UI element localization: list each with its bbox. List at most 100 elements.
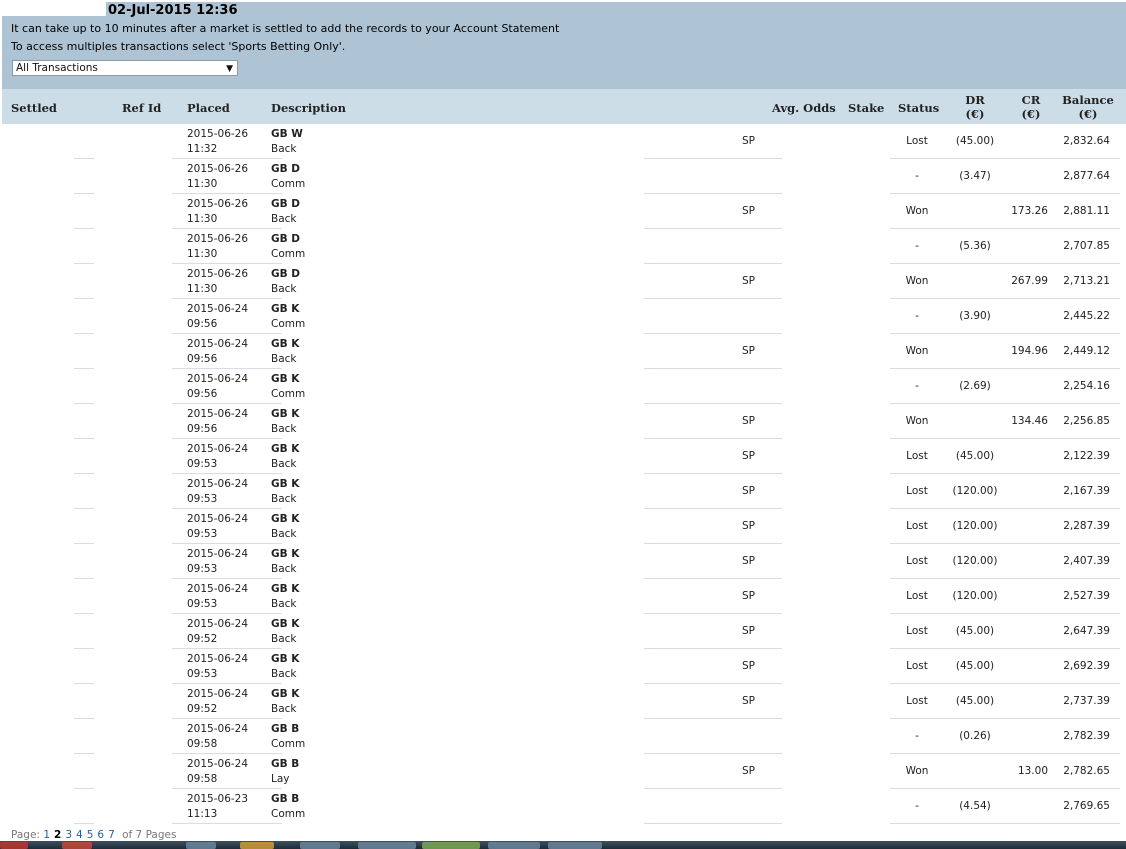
description-title: GB D xyxy=(271,268,300,280)
table-row[interactable]: 2015-06-24 09:56 GB K Comm - (2.69) 2,254.16 xyxy=(0,369,1126,404)
table-row[interactable]: 2015-06-26 11:30 GB D Back SP Won 173.26 2,881.… xyxy=(0,194,1126,229)
table-row[interactable]: 2015-06-23 11:13 GB B Comm - (4.54) 2,769.65 xyxy=(0,789,1126,824)
page-link-6[interactable]: 6 xyxy=(97,829,104,841)
col-balance-unit: (€) xyxy=(1078,107,1098,121)
taskbar-app-button[interactable] xyxy=(62,842,92,849)
status-value: - xyxy=(915,730,919,742)
description-type: Lay xyxy=(271,773,290,785)
table-row[interactable]: 2015-06-24 09:53 GB K Back SP Lost (45.00) 2,12… xyxy=(0,439,1126,474)
description-type: Back xyxy=(271,703,297,715)
transaction-filter-select[interactable]: All Transactions ▼ xyxy=(12,60,238,76)
table-row[interactable]: 2015-06-24 09:56 GB K Back SP Won 134.46 2,256.… xyxy=(0,404,1126,439)
status-value: - xyxy=(915,170,919,182)
date-box xyxy=(2,2,106,16)
placed-time: 09:53 xyxy=(187,563,218,575)
table-row[interactable]: 2015-06-24 09:58 GB B Comm - (0.26) 2,782.39 xyxy=(0,719,1126,754)
taskbar-app-button[interactable] xyxy=(488,842,540,849)
description-type: Back xyxy=(271,633,297,645)
page-link-4[interactable]: 4 xyxy=(76,829,83,841)
col-description[interactable]: Description xyxy=(271,101,346,115)
table-row[interactable]: 2015-06-24 09:53 GB K Back SP Lost (45.00) 2,69… xyxy=(0,649,1126,684)
taskbar-app-button[interactable] xyxy=(240,842,274,849)
table-row[interactable]: 2015-06-26 11:30 GB D Comm - (5.36) 2,707.85 xyxy=(0,229,1126,264)
status-value: Won xyxy=(905,275,929,287)
debit-value: (120.00) xyxy=(952,485,998,497)
statement-date: 02-Jul-2015 12:36 xyxy=(108,3,238,18)
table-row[interactable]: 2015-06-26 11:30 GB D Comm - (3.47) 2,877.64 xyxy=(0,159,1126,194)
col-ref-id[interactable]: Ref Id xyxy=(122,101,161,115)
table-row[interactable]: 2015-06-26 11:32 GB W Back SP Lost (45.00) 2,83… xyxy=(0,124,1126,159)
table-row[interactable]: 2015-06-26 11:30 GB D Back SP Won 267.99 2,713.… xyxy=(0,264,1126,299)
placed-date: 2015-06-24 xyxy=(187,583,249,595)
col-balance[interactable]: Balance (€) xyxy=(1060,93,1116,121)
page-link-2[interactable]: 2 xyxy=(54,829,61,841)
col-cr[interactable]: CR (€) xyxy=(1016,93,1046,121)
debit-value: (45.00) xyxy=(955,695,995,707)
placed-date: 2015-06-24 xyxy=(187,688,249,700)
table-row[interactable]: 2015-06-24 09:58 GB B Lay SP Won 13.00 2,782.65 xyxy=(0,754,1126,789)
credit-value: 134.46 xyxy=(1011,415,1048,427)
page-link-5[interactable]: 5 xyxy=(87,829,94,841)
table-row[interactable]: 2015-06-24 09:53 GB K Back SP Lost (120.00) 2,5… xyxy=(0,579,1126,614)
taskbar-app-button[interactable] xyxy=(0,842,28,849)
status-value: Lost xyxy=(906,590,928,602)
debit-value: (120.00) xyxy=(952,590,998,602)
col-settled[interactable]: Settled xyxy=(11,101,57,115)
pagination: Page: 1234567 of 7 Pages xyxy=(11,829,176,841)
table-row[interactable]: 2015-06-24 09:56 GB K Back SP Won 194.96 2,449.… xyxy=(0,334,1126,369)
filter-value: All Transactions xyxy=(16,62,98,74)
col-balance-label: Balance xyxy=(1062,93,1114,107)
taskbar-app-button[interactable] xyxy=(300,842,340,849)
debit-value: (45.00) xyxy=(955,625,995,637)
description-type: Back xyxy=(271,143,297,155)
table-row[interactable]: 2015-06-24 09:56 GB K Comm - (3.90) 2,445.22 xyxy=(0,299,1126,334)
description-type: Back xyxy=(271,353,297,365)
taskbar-app-button[interactable] xyxy=(548,842,602,849)
debit-value: (4.54) xyxy=(959,800,991,812)
col-placed[interactable]: Placed xyxy=(187,101,230,115)
description-title: GB K xyxy=(271,513,300,525)
col-stake[interactable]: Stake xyxy=(848,101,884,115)
status-value: - xyxy=(915,800,919,812)
pager-total: of 7 Pages xyxy=(122,829,177,841)
credit-value: 13.00 xyxy=(1017,765,1048,777)
page-link-7[interactable]: 7 xyxy=(108,829,115,841)
credit-value: 194.96 xyxy=(1011,345,1048,357)
balance-value: 2,832.64 xyxy=(1063,135,1110,147)
debit-value: (45.00) xyxy=(955,450,995,462)
avg-odds-value: SP xyxy=(742,555,755,567)
balance-value: 2,647.39 xyxy=(1063,625,1110,637)
page-link-3[interactable]: 3 xyxy=(65,829,72,841)
status-value: Won xyxy=(905,345,929,357)
placed-date: 2015-06-26 xyxy=(187,198,249,210)
table-row[interactable]: 2015-06-24 09:52 GB K Back SP Lost (45.00) 2,64… xyxy=(0,614,1126,649)
placed-time: 09:56 xyxy=(187,318,218,330)
placed-date: 2015-06-24 xyxy=(187,618,249,630)
col-status[interactable]: Status xyxy=(898,101,939,115)
table-row[interactable]: 2015-06-24 09:53 GB K Back SP Lost (120.00) 2,1… xyxy=(0,474,1126,509)
taskbar-app-button[interactable] xyxy=(422,842,480,849)
balance-value: 2,256.85 xyxy=(1063,415,1110,427)
avg-odds-value: SP xyxy=(742,625,755,637)
debit-value: (45.00) xyxy=(955,135,995,147)
avg-odds-value: SP xyxy=(742,765,755,777)
table-row[interactable]: 2015-06-24 09:53 GB K Back SP Lost (120.00) 2,4… xyxy=(0,544,1126,579)
balance-value: 2,713.21 xyxy=(1063,275,1110,287)
description-title: GB K xyxy=(271,653,300,665)
placed-time: 11:32 xyxy=(187,143,218,155)
table-row[interactable]: 2015-06-24 09:52 GB K Back SP Lost (45.00) 2,73… xyxy=(0,684,1126,719)
taskbar-app-button[interactable] xyxy=(186,842,216,849)
page-link-1[interactable]: 1 xyxy=(43,829,50,841)
row-divider xyxy=(74,823,94,824)
balance-value: 2,527.39 xyxy=(1063,590,1110,602)
status-value: Lost xyxy=(906,660,928,672)
col-avg-odds[interactable]: Avg. Odds xyxy=(772,101,836,115)
placed-time: 09:52 xyxy=(187,633,218,645)
description-title: GB B xyxy=(271,723,300,735)
taskbar-app-button[interactable] xyxy=(358,842,416,849)
status-value: Won xyxy=(905,415,929,427)
col-dr[interactable]: DR (€) xyxy=(960,93,990,121)
debit-value: (120.00) xyxy=(952,555,998,567)
placed-date: 2015-06-24 xyxy=(187,758,249,770)
table-row[interactable]: 2015-06-24 09:53 GB K Back SP Lost (120.00) 2,2… xyxy=(0,509,1126,544)
